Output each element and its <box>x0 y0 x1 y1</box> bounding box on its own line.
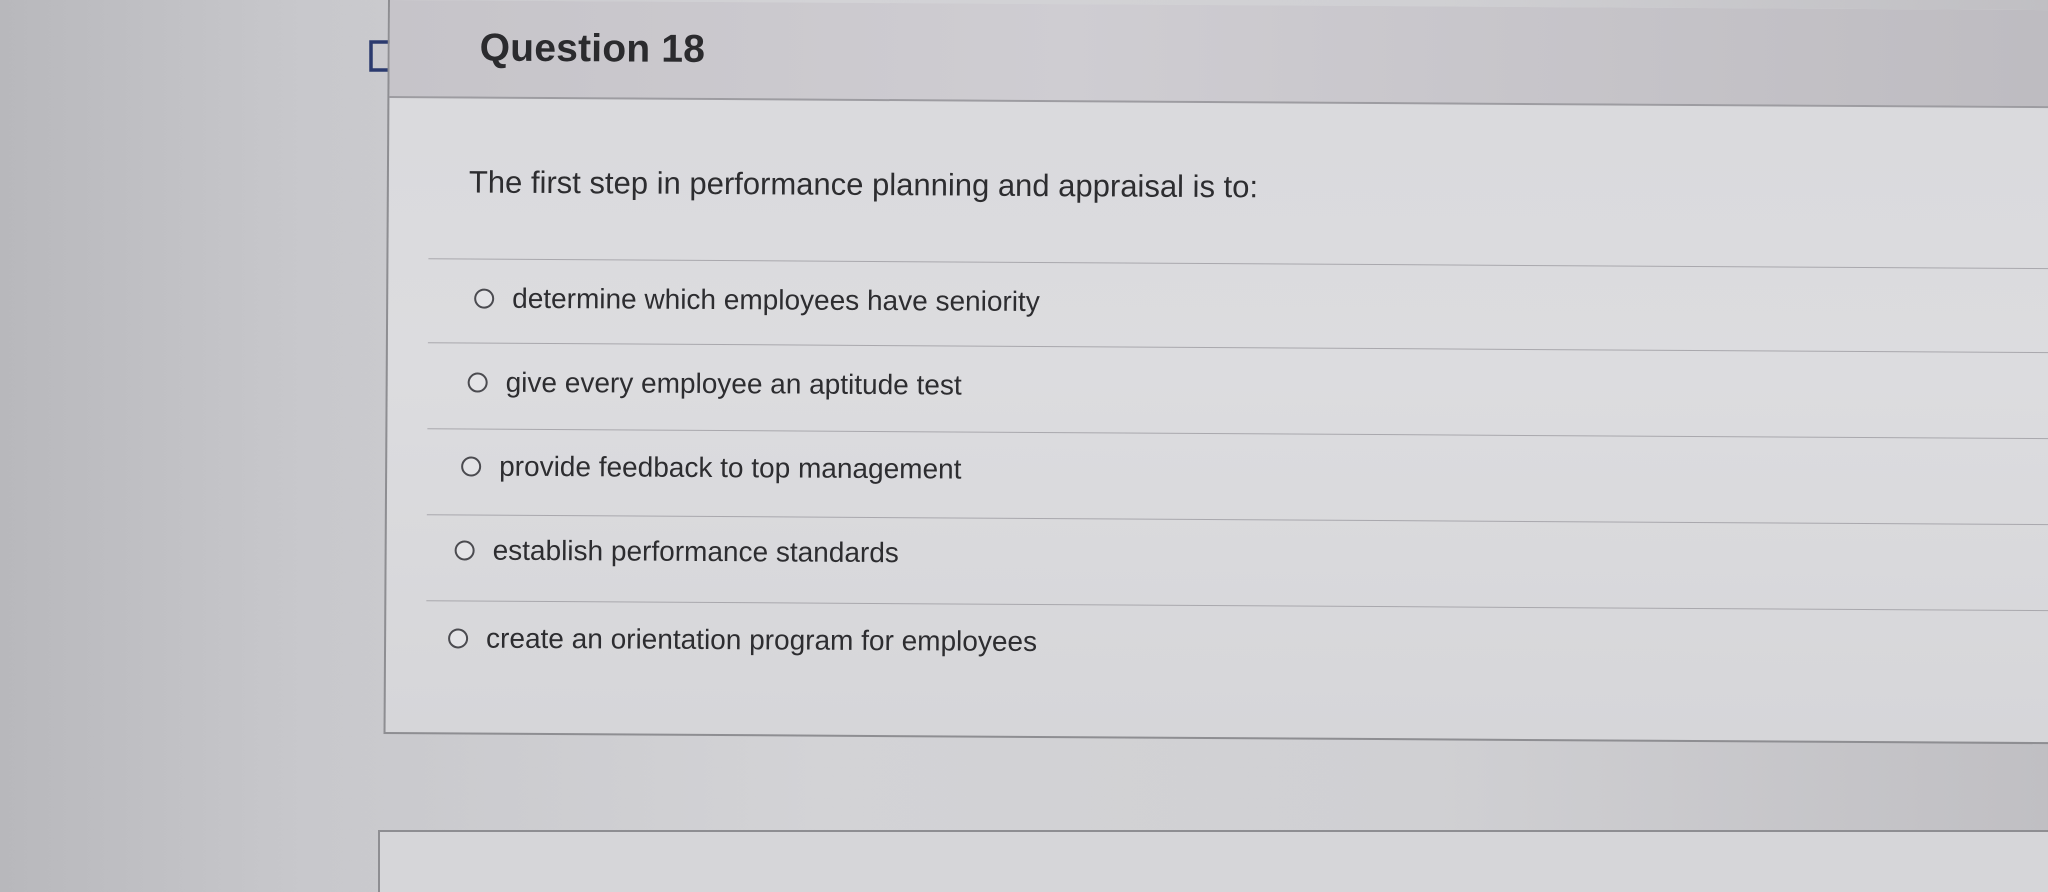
divider <box>428 258 2048 270</box>
answer-option-label: determine which employees have seniority <box>512 282 1040 317</box>
answer-option-label: create an orientation program for employ… <box>486 622 1038 657</box>
divider <box>427 342 2048 354</box>
radio-icon[interactable] <box>448 628 469 649</box>
question-card: Question 18 The first step in performanc… <box>383 0 2048 745</box>
radio-icon[interactable] <box>474 288 495 309</box>
question-title: Question 18 <box>479 26 706 71</box>
next-question-card <box>378 830 2048 892</box>
radio-icon[interactable] <box>461 456 482 477</box>
answer-option-5[interactable]: create an orientation program for employ… <box>448 622 1037 658</box>
question-prompt: The first step in performance planning a… <box>468 164 1259 205</box>
answer-option-4[interactable]: establish performance standards <box>454 534 899 569</box>
radio-icon[interactable] <box>454 540 475 561</box>
divider <box>426 600 2048 612</box>
answer-option-2[interactable]: give every employee an aptitude test <box>467 366 962 401</box>
answer-option-label: provide feedback to top management <box>499 450 962 485</box>
divider <box>427 428 2048 440</box>
answer-option-label: establish performance standards <box>492 534 899 569</box>
answer-option-3[interactable]: provide feedback to top management <box>461 450 962 485</box>
question-header: Question 18 <box>389 0 2048 109</box>
answer-option-label: give every employee an aptitude test <box>505 366 962 401</box>
divider <box>426 514 2048 526</box>
answer-option-1[interactable]: determine which employees have seniority <box>474 283 1040 318</box>
radio-icon[interactable] <box>467 372 488 393</box>
quiz-page: Question 18 The first step in performanc… <box>0 0 2048 892</box>
